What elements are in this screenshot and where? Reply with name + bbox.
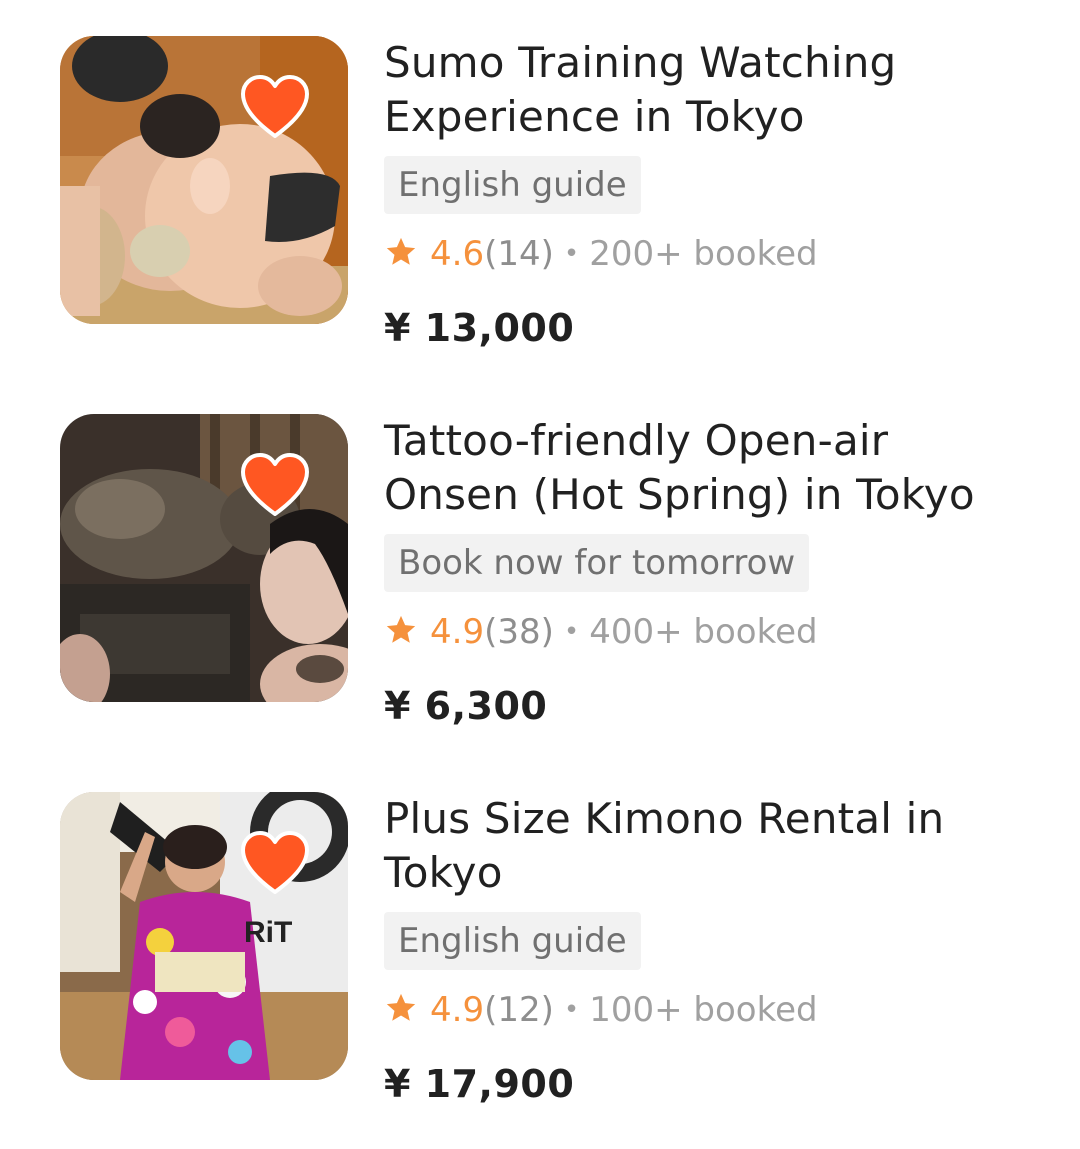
activity-card[interactable]: Sumo Training Watching Experience in Tok… — [60, 36, 1020, 350]
activity-list: Sumo Training Watching Experience in Tok… — [0, 0, 1080, 1149]
review-count: (12) — [484, 990, 554, 1030]
activity-price: ¥ 6,300 — [384, 684, 548, 728]
activity-title[interactable]: Sumo Training Watching Experience in Tok… — [384, 36, 1004, 144]
rating-score: 4.9 — [430, 612, 485, 652]
heart-icon[interactable] — [240, 452, 310, 518]
rating-row: 4.6(14) • 200+ booked — [384, 230, 1004, 278]
activity-tag: Book now for tomorrow — [384, 534, 810, 592]
star-icon — [384, 991, 418, 1025]
separator-dot: • — [563, 995, 580, 1025]
activity-thumbnail-sumo[interactable] — [60, 36, 348, 324]
star-icon — [384, 613, 418, 647]
activity-price: ¥ 17,900 — [384, 1062, 575, 1106]
heart-icon[interactable] — [240, 74, 310, 140]
activity-price: ¥ 13,000 — [384, 306, 575, 350]
activity-info: Tattoo-friendly Open-air Onsen (Hot Spri… — [384, 414, 1004, 730]
heart-icon[interactable] — [240, 830, 310, 896]
star-icon — [384, 235, 418, 269]
booked-count: 100+ booked — [589, 990, 818, 1030]
rating-score: 4.6 — [430, 234, 485, 274]
rating-row: 4.9(38) • 400+ booked — [384, 608, 1004, 656]
svg-text:RiT: RiT — [244, 916, 292, 949]
activity-card[interactable]: Tattoo-friendly Open-air Onsen (Hot Spri… — [60, 414, 1020, 728]
booked-count: 200+ booked — [589, 234, 818, 274]
activity-info: Sumo Training Watching Experience in Tok… — [384, 36, 1004, 352]
separator-dot: • — [563, 239, 580, 269]
activity-thumbnail-kimono[interactable]: RiT — [60, 792, 348, 1080]
review-count: (14) — [484, 234, 554, 274]
activity-info: Plus Size Kimono Rental in Tokyo English… — [384, 792, 1004, 1108]
activity-tag: English guide — [384, 912, 641, 970]
separator-dot: • — [563, 617, 580, 647]
activity-card[interactable]: RiT Plus Size Kimono Rental in Tokyo Eng… — [60, 792, 1020, 1106]
rating-score: 4.9 — [430, 990, 485, 1030]
activity-thumbnail-onsen[interactable] — [60, 414, 348, 702]
activity-title[interactable]: Plus Size Kimono Rental in Tokyo — [384, 792, 1004, 900]
activity-tag: English guide — [384, 156, 641, 214]
rating-row: 4.9(12) • 100+ booked — [384, 986, 1004, 1034]
activity-title[interactable]: Tattoo-friendly Open-air Onsen (Hot Spri… — [384, 414, 1004, 522]
booked-count: 400+ booked — [589, 612, 818, 652]
review-count: (38) — [484, 612, 554, 652]
